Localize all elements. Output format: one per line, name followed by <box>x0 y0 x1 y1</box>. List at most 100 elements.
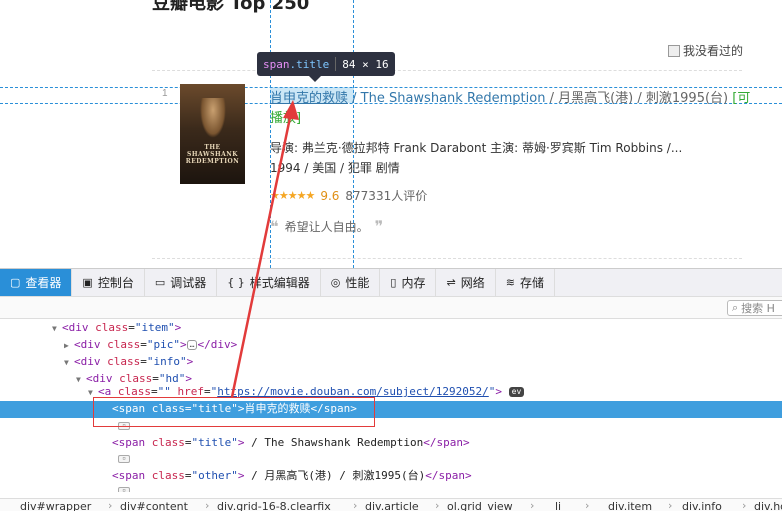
movie-poster[interactable]: THE SHAWSHANK REDEMPTION <box>180 84 245 184</box>
node-tag: div <box>80 338 101 351</box>
inspector-icon: ▢ <box>10 276 21 289</box>
breadcrumb-item[interactable]: ol.grid_view <box>447 500 513 511</box>
breadcrumb-item[interactable]: div.article <box>365 500 419 511</box>
tree-node-item[interactable]: ▼ <div class="item"> <box>52 320 181 336</box>
breadcrumb-item[interactable]: div.grid-16-8.clearfix <box>217 500 331 511</box>
node-attr-value: "title" <box>191 436 238 449</box>
console-icon: ▣ <box>82 276 93 289</box>
collapse-arrow-icon[interactable]: ▼ <box>52 321 62 337</box>
tab-debugger[interactable]: ▭ 调试器 <box>145 269 218 296</box>
page-heading: 豆瓣电影 Top 250 <box>152 0 310 14</box>
node-attr: class <box>107 338 141 351</box>
inspector-tooltip: span.title 84 × 16 <box>257 52 395 82</box>
web-page: 豆瓣电影 Top 250 我没看过的 1 THE SHAWSHANK REDEM… <box>0 0 782 268</box>
event-badge[interactable]: ev <box>508 387 525 397</box>
devtools-tabbar: ▢ 查看器 ▣ 控制台 ▭ 调试器 { } 样式编辑器 ◎ 性能 ▯ 内存 ⇌ 网络 ≋ 存储 <box>0 269 782 297</box>
search-placeholder: 搜索 H <box>741 302 775 315</box>
breadcrumb-item[interactable]: div#content <box>120 500 188 511</box>
tab-memory[interactable]: ▯ 内存 <box>380 269 437 296</box>
html-search-input[interactable]: ⌕ 搜索 H <box>727 300 782 316</box>
movie-title-cn[interactable]: 肖申克的救赎 <box>270 91 348 106</box>
tab-storage[interactable]: ≋ 存储 <box>496 269 555 296</box>
movie-title-line: 肖申克的救赎 / The Shawshank Redemption / 月黑高飞… <box>270 87 750 106</box>
movie-meta: 1994 / 美国 / 犯罪 剧情 <box>270 161 400 175</box>
whitespace-marker: ▫ <box>118 455 130 463</box>
annotation-box <box>93 397 375 427</box>
tab-inspector[interactable]: ▢ 查看器 <box>0 269 73 296</box>
devtools-panel: ▢ 查看器 ▣ 控制台 ▭ 调试器 { } 样式编辑器 ◎ 性能 ▯ 内存 ⇌ 网络 ≋ 存储 … <box>0 268 782 511</box>
movie-title-link[interactable]: 肖申克的救赎 / The Shawshank Redemption / 月黑高飞… <box>270 91 732 106</box>
quote-open-icon: ❝ <box>270 217 279 236</box>
tree-node-other[interactable]: <span class="other"> / 月黑高飞(港) / 刺激1995(… <box>112 468 472 484</box>
rating-score: 9.6 <box>320 188 340 203</box>
tab-label: 查看器 <box>25 276 62 290</box>
breadcrumb-item[interactable]: div.item <box>608 500 652 511</box>
tree-node-info[interactable]: ▼ <div class="info"> <box>64 354 193 370</box>
node-tag: div <box>68 321 89 334</box>
node-attr: class <box>95 321 129 334</box>
tooltip-tag: span <box>263 57 290 71</box>
node-attr: class <box>151 436 185 449</box>
inspector-toolbar: ⌕ 搜索 H <box>0 297 782 319</box>
movie-quote: ❝ 希望让人自由。 ❞ <box>270 217 383 236</box>
collapse-arrow-icon[interactable]: ▼ <box>76 372 86 388</box>
divider-bottom <box>152 258 742 259</box>
tab-label: 内存 <box>401 276 426 290</box>
movie-rating: ★★★★★ 9.6 877331人评价 <box>270 187 427 204</box>
node-text: / 月黑高飞(港) / 刺激1995(台) <box>244 469 426 482</box>
node-close-tag: </div> <box>197 338 238 351</box>
tooltip-class: .title <box>289 57 330 71</box>
quote-close-icon: ❞ <box>374 217 384 236</box>
ellipsis-badge[interactable]: … <box>186 340 198 350</box>
playable-badge[interactable]: [可 <box>732 91 750 106</box>
tab-console[interactable]: ▣ 控制台 <box>72 269 145 296</box>
node-attr-value: "pic" <box>146 338 180 351</box>
poster-text: THE SHAWSHANK REDEMPTION <box>185 144 240 165</box>
breadcrumb-separator-icon: › <box>205 499 210 511</box>
tree-node-title-en[interactable]: <span class="title"> / The Shawshank Red… <box>112 435 470 451</box>
breadcrumb-item[interactable]: li <box>555 500 561 511</box>
search-icon: ⌕ <box>732 301 739 314</box>
breadcrumb-separator-icon: › <box>585 499 590 511</box>
node-attr-value: "item" <box>134 321 175 334</box>
tab-performance[interactable]: ◎ 性能 <box>321 269 381 296</box>
breadcrumb-separator-icon: › <box>530 499 535 511</box>
expand-arrow-icon[interactable]: ▶ <box>64 338 74 354</box>
movie-title-other[interactable]: / 月黑高飞(港) / 刺激1995(台) <box>550 91 733 106</box>
collapse-arrow-icon[interactable]: ▼ <box>64 355 74 371</box>
unseen-label: 我没看过的 <box>683 44 744 58</box>
breadcrumb-item[interactable]: div#wrapper <box>20 500 91 511</box>
node-close-tag: </span> <box>425 469 472 482</box>
tab-label: 性能 <box>345 276 370 290</box>
breadcrumb-item[interactable]: div.hd <box>754 500 782 511</box>
network-icon: ⇌ <box>446 276 456 289</box>
tab-label: 网络 <box>460 276 485 290</box>
node-tag: div <box>80 355 101 368</box>
performance-icon: ◎ <box>330 276 341 289</box>
unseen-checkbox[interactable] <box>668 44 680 57</box>
movie-rank: 1 <box>162 88 168 99</box>
tab-label: 控制台 <box>97 276 134 290</box>
breadcrumb-separator-icon: › <box>353 499 358 511</box>
tooltip-separator <box>335 57 337 71</box>
breadcrumb-item[interactable]: div.info <box>682 500 722 511</box>
memory-icon: ▯ <box>390 276 397 289</box>
node-attr: class <box>107 355 141 368</box>
rating-stars: ★★★★★ <box>270 189 315 202</box>
whitespace-marker: ▫ <box>118 487 130 492</box>
node-attr: class <box>151 469 185 482</box>
tab-style-editor[interactable]: { } 样式编辑器 <box>217 269 321 296</box>
breadcrumb-separator-icon: › <box>668 499 673 511</box>
poster-figure <box>200 98 226 138</box>
playable-badge-cont[interactable]: 播放] <box>270 107 301 126</box>
tab-label: 调试器 <box>170 276 207 290</box>
tab-network[interactable]: ⇌ 网络 <box>436 269 496 296</box>
breadcrumb-separator-icon: › <box>108 499 113 511</box>
tooltip-size: 84 × 16 <box>342 57 389 71</box>
movie-title-en[interactable]: / The Shawshank Redemption <box>348 91 550 106</box>
node-close-tag: </span> <box>423 436 470 449</box>
unseen-filter[interactable]: 我没看过的 <box>668 42 743 59</box>
style-editor-icon: { } <box>227 276 245 289</box>
rating-votes[interactable]: 877331人评价 <box>345 187 427 204</box>
tree-node-pic[interactable]: ▶ <div class="pic">… </div> <box>64 337 237 353</box>
